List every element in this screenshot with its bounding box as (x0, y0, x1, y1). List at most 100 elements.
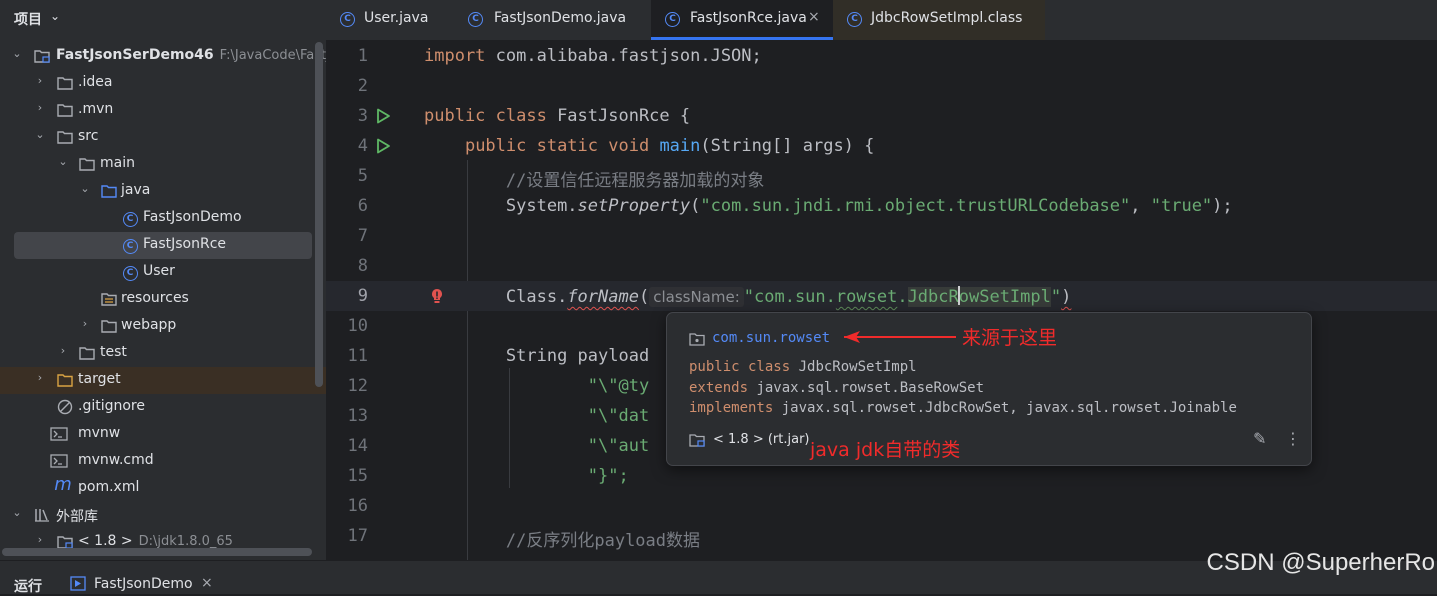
chevron-down-icon[interactable]: ⌄ (50, 9, 60, 23)
terminal-file-icon (50, 425, 68, 443)
chevron-right-icon[interactable]: › (33, 371, 47, 384)
chevron-down-icon[interactable]: ⌄ (10, 47, 24, 60)
package-link[interactable]: com.sun.rowset (712, 330, 830, 346)
line-number: 2 (357, 76, 368, 96)
line-number: 1 (357, 46, 368, 66)
chevron-down-icon[interactable]: ⌄ (33, 128, 47, 141)
tab-label: FastJsonDemo.java (494, 10, 627, 26)
tree-item-webapp[interactable]: › webapp (0, 313, 326, 340)
tree-label: < 1.8 > D:\jdk1.8.0_65 (78, 533, 233, 549)
tree-item-pom[interactable]: m pom.xml (0, 475, 326, 502)
tree-label: .idea (78, 74, 113, 90)
project-horizontal-scrollbar[interactable] (2, 548, 312, 556)
editor-tab-bar: C User.java C FastJsonDemo.java C FastJs… (326, 0, 1437, 41)
tab-label: FastJsonRce.java (690, 10, 807, 26)
tab-fastjsonrce-java[interactable]: C FastJsonRce.java × (651, 0, 833, 40)
signature-line: extends javax.sql.rowset.BaseRowSet (689, 380, 985, 396)
tree-item-idea[interactable]: › .idea (0, 70, 326, 97)
ignore-file-icon (56, 398, 74, 416)
tree-item-test[interactable]: › test (0, 340, 326, 367)
tree-label: mvnw (78, 425, 121, 441)
signature-line: public class JdbcRowSetImpl (689, 359, 917, 375)
tree-label: mvnw.cmd (78, 452, 154, 468)
folder-icon (78, 344, 96, 362)
code-line[interactable]: 17 //反序列化payload数据 (326, 521, 1437, 551)
annotation-jdk: java jdk自带的类 (810, 439, 961, 461)
code-line[interactable]: 2 (326, 71, 1437, 101)
chevron-right-icon[interactable]: › (33, 74, 47, 87)
project-panel: 项目 ⌄ ⌄ FastJsonSerDemo46 F:\JavaCode\Fast… (0, 0, 326, 560)
tree-label: 外部库 (56, 509, 98, 525)
jdk-folder-icon (689, 434, 705, 447)
java-class-icon: C (121, 263, 139, 281)
project-scrollbar[interactable] (315, 42, 323, 387)
more-vertical-icon[interactable]: ⋮ (1285, 429, 1301, 448)
tree-label: FastJsonRce (143, 236, 227, 252)
chevron-right-icon[interactable]: › (33, 101, 47, 114)
run-tab-label: FastJsonDemo (94, 576, 193, 592)
tree-item-main[interactable]: ⌄ main (0, 151, 326, 178)
line-number: 11 (347, 346, 368, 366)
run-icon[interactable] (374, 137, 392, 155)
code-line[interactable]: 1 import com.alibaba.fastjson.JSON; (326, 41, 1437, 71)
chevron-down-icon[interactable]: ⌄ (78, 182, 92, 195)
chevron-down-icon[interactable]: ⌄ (56, 155, 70, 168)
chevron-right-icon[interactable]: › (33, 533, 47, 546)
java-class-icon: C (847, 12, 862, 27)
maven-icon: m (54, 474, 72, 495)
tree-label: resources (121, 290, 189, 306)
watermark: CSDN @SuperherRo (1206, 549, 1435, 576)
tree-label: test (100, 344, 127, 360)
folder-icon (100, 317, 118, 335)
tree-item-external-libraries[interactable]: ⌄ 外部库 (0, 502, 326, 529)
tree-item-mvnw-cmd[interactable]: mvnw.cmd (0, 448, 326, 475)
chevron-right-icon[interactable]: › (78, 317, 92, 330)
run-icon[interactable] (374, 107, 392, 125)
code-editor[interactable]: 1 import com.alibaba.fastjson.JSON; 2 3 … (326, 40, 1437, 560)
folder-icon (56, 101, 74, 119)
tree-item-java[interactable]: ⌄ java (0, 178, 326, 205)
tree-label: .gitignore (78, 398, 145, 414)
code-line[interactable]: 7 (326, 221, 1437, 251)
close-icon[interactable]: × (808, 9, 820, 25)
code-line[interactable]: 3 public class FastJsonRce { (326, 101, 1437, 131)
code-line[interactable]: 5 //设置信任远程服务器加载的对象 (326, 161, 1437, 191)
close-icon[interactable]: × (201, 575, 213, 591)
code-line[interactable]: 16 (326, 491, 1437, 521)
tab-fastjsondemo-java[interactable]: C FastJsonDemo.java (454, 0, 638, 40)
tree-item-mvnw[interactable]: mvnw (0, 421, 326, 448)
tab-label: JdbcRowSetImpl.class (871, 10, 1023, 26)
resource-folder-icon (100, 290, 118, 308)
tab-user-java[interactable]: C User.java (326, 0, 441, 40)
jdk-path: D:\jdk1.8.0_65 (138, 534, 233, 549)
tree-item-fastjsondemo[interactable]: C FastJsonDemo (0, 205, 326, 232)
tree-item-mvn[interactable]: › .mvn (0, 97, 326, 124)
code-line-current[interactable]: 9 Class.forName(className: "com.sun.rowse… (326, 281, 1437, 311)
run-config-icon (70, 576, 86, 591)
tab-jdbcrowsetimpl-class[interactable]: C JdbcRowSetImpl.class (833, 0, 1045, 40)
tree-item-fastjsonrce[interactable]: C FastJsonRce (0, 232, 326, 259)
project-title[interactable]: 项目 (14, 9, 42, 29)
jdk-source[interactable]: < 1.8 > (rt.jar) (713, 432, 810, 447)
tree-item-module[interactable]: ⌄ FastJsonSerDemo46 F:\JavaCode\FastJs (0, 43, 326, 70)
code-line[interactable]: 8 (326, 251, 1437, 281)
run-tool-window-label[interactable]: 运行 (14, 576, 42, 596)
chevron-down-icon[interactable]: ⌄ (10, 506, 24, 519)
chevron-right-icon[interactable]: › (56, 344, 70, 357)
module-path: F:\JavaCode\FastJs (219, 48, 326, 63)
tree-item-resources[interactable]: resources (0, 286, 326, 313)
package-icon (689, 333, 705, 346)
tree-item-gitignore[interactable]: .gitignore (0, 394, 326, 421)
tab-label: User.java (364, 10, 429, 26)
tree-item-user[interactable]: C User (0, 259, 326, 286)
excluded-folder-icon (56, 371, 74, 389)
code-line[interactable]: 6 System.setProperty("com.sun.jndi.rmi.o… (326, 191, 1437, 221)
pencil-icon[interactable]: ✎ (1253, 429, 1266, 448)
project-header: 项目 ⌄ (0, 0, 326, 36)
annotation-source: 来源于这里 (962, 327, 1058, 349)
module-folder-icon (33, 47, 51, 65)
line-number: 14 (347, 436, 368, 456)
code-line[interactable]: 4 public static void main(String[] args)… (326, 131, 1437, 161)
tree-item-src[interactable]: ⌄ src (0, 124, 326, 151)
tree-item-target[interactable]: › target (0, 367, 326, 394)
